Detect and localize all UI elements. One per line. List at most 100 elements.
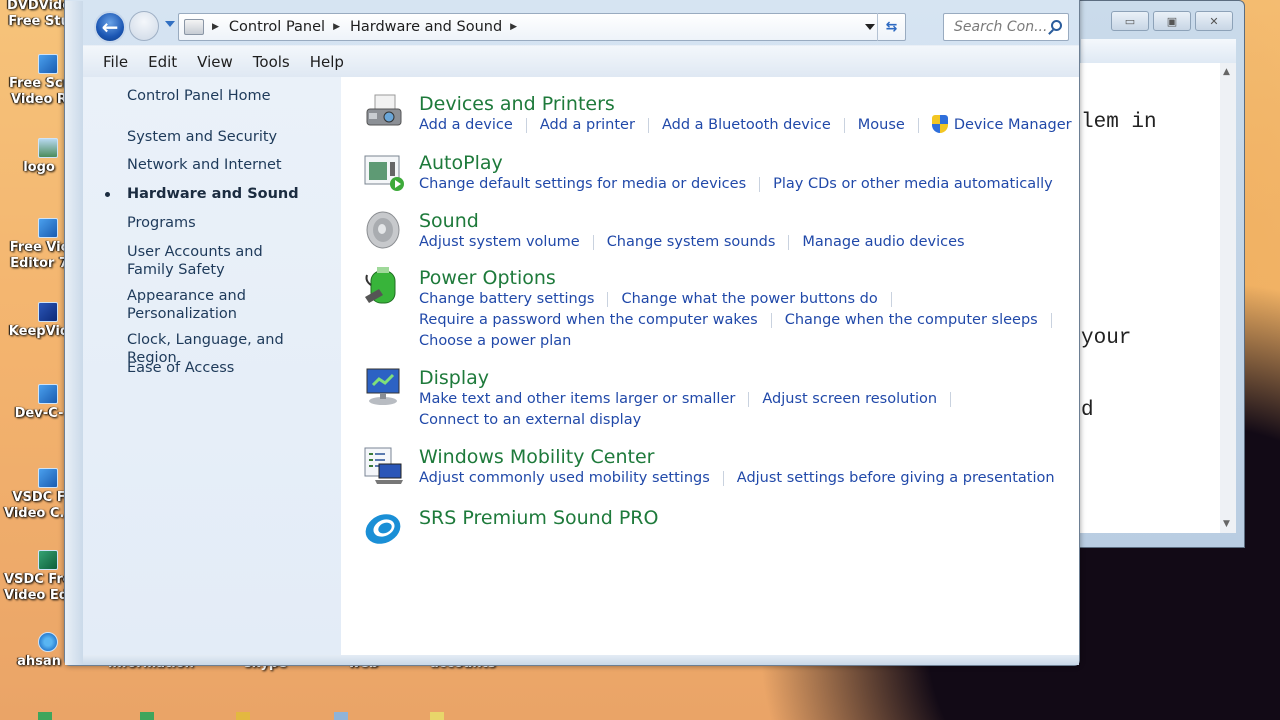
menu-edit[interactable]: Edit bbox=[148, 53, 177, 71]
sidebar: Control Panel Home System and Security N… bbox=[83, 77, 341, 655]
category-title[interactable]: Sound bbox=[419, 210, 479, 232]
sidebar-item-programs[interactable]: Programs bbox=[127, 214, 327, 232]
menu-help[interactable]: Help bbox=[310, 53, 344, 71]
search-placeholder: Search Con... bbox=[954, 19, 1048, 35]
link-mobility-settings[interactable]: Adjust commonly used mobility settings bbox=[419, 468, 710, 489]
link-choose-power-plan[interactable]: Choose a power plan bbox=[419, 331, 571, 352]
link-change-default-media-settings[interactable]: Change default settings for media or dev… bbox=[419, 174, 746, 195]
desktop-icon-label: DVDVide bbox=[6, 0, 72, 13]
search-icon[interactable] bbox=[1051, 20, 1062, 31]
breadcrumb-hardware-and-sound[interactable]: Hardware and Sound bbox=[350, 19, 502, 35]
back-button[interactable]: ← bbox=[94, 11, 126, 43]
link-change-sleep[interactable]: Change when the computer sleeps bbox=[785, 310, 1038, 331]
breadcrumb-chevron-icon[interactable]: ▶ bbox=[212, 22, 219, 32]
editor-text-area[interactable]: lem in your d bbox=[1079, 63, 1222, 533]
desktop-icon-partial[interactable] bbox=[140, 712, 154, 720]
desktop-icon-partial[interactable] bbox=[334, 712, 348, 720]
menu-view[interactable]: View bbox=[197, 53, 233, 71]
link-external-display[interactable]: Connect to an external display bbox=[419, 410, 641, 431]
desktop-icon-label: VSDC Free bbox=[4, 572, 74, 587]
link-power-buttons[interactable]: Change what the power buttons do bbox=[621, 289, 877, 310]
search-input[interactable]: Search Con... bbox=[943, 13, 1069, 41]
desktop-icon-ahsan[interactable]: ahsan bbox=[0, 632, 74, 670]
link-device-manager[interactable]: Device Manager bbox=[954, 115, 1072, 136]
menu-tools[interactable]: Tools bbox=[253, 53, 290, 71]
link-require-password-on-wake[interactable]: Require a password when the computer wak… bbox=[419, 310, 758, 331]
category-title[interactable]: SRS Premium Sound PRO bbox=[419, 507, 658, 529]
minimize-icon: ▭ bbox=[1124, 14, 1136, 28]
desktop-icon-partial[interactable] bbox=[236, 712, 250, 720]
category-links: Make text and other items larger or smal… bbox=[419, 389, 964, 431]
category-title[interactable]: AutoPlay bbox=[419, 152, 503, 174]
recent-pages-dropdown[interactable] bbox=[165, 21, 175, 27]
desktop-icon-label: Video Edito bbox=[4, 588, 74, 603]
desktop-icon-logo[interactable]: logo bbox=[0, 138, 74, 176]
minimize-button[interactable]: ▭ bbox=[1111, 11, 1149, 31]
desktop-icon-label: KeepVid bbox=[8, 324, 70, 339]
mobility-center-icon bbox=[364, 447, 403, 484]
uac-shield-icon bbox=[931, 115, 948, 133]
refresh-button[interactable]: ⇆ bbox=[877, 13, 905, 41]
editor-line: lem in bbox=[1081, 111, 1157, 134]
breadcrumb-chevron-icon[interactable]: ▶ bbox=[333, 22, 340, 32]
desktop-icon-vsdc-editor[interactable]: VSDC Free Video Edito bbox=[0, 550, 74, 604]
scroll-down-icon[interactable]: ▼ bbox=[1223, 519, 1230, 529]
menu-file[interactable]: File bbox=[103, 53, 128, 71]
vsdc-editor-icon bbox=[38, 550, 58, 570]
link-change-battery-settings[interactable]: Change battery settings bbox=[419, 289, 594, 310]
link-change-system-sounds[interactable]: Change system sounds bbox=[607, 232, 776, 253]
sidebar-control-panel-home[interactable]: Control Panel Home bbox=[127, 87, 327, 105]
address-bar[interactable]: ▶ Control Panel ▶ Hardware and Sound ▶ ⇆ bbox=[178, 13, 906, 41]
maximize-button[interactable]: ▣ bbox=[1153, 11, 1191, 31]
breadcrumb-control-panel[interactable]: Control Panel bbox=[229, 19, 325, 35]
keepvid-icon bbox=[38, 302, 58, 322]
link-text-size[interactable]: Make text and other items larger or smal… bbox=[419, 389, 735, 410]
sidebar-item-user-accounts[interactable]: User Accounts and Family Safety bbox=[127, 243, 307, 279]
close-button[interactable]: ✕ bbox=[1195, 11, 1233, 31]
sidebar-item-hardware-and-sound[interactable]: Hardware and Sound bbox=[127, 185, 327, 203]
desktop-icon-label: VSDC F bbox=[12, 490, 66, 505]
link-add-printer[interactable]: Add a printer bbox=[540, 115, 635, 136]
link-screen-resolution[interactable]: Adjust screen resolution bbox=[762, 389, 937, 410]
devices-printers-icon bbox=[366, 94, 402, 126]
forward-button[interactable] bbox=[129, 11, 159, 41]
link-add-device[interactable]: Add a device bbox=[419, 115, 513, 136]
navigation-bar: ← ▶ Control Panel ▶ Hardware and Sound ▶… bbox=[83, 1, 1079, 45]
link-mouse[interactable]: Mouse bbox=[858, 115, 905, 136]
desktop-icon-label: Dev-C- bbox=[14, 406, 64, 421]
link-add-bluetooth-device[interactable]: Add a Bluetooth device bbox=[662, 115, 831, 136]
video-editor-icon bbox=[38, 218, 58, 238]
desktop-icon-free-video-editor[interactable]: Free Vic Editor 7 bbox=[0, 218, 74, 272]
link-play-cds-automatically[interactable]: Play CDs or other media automatically bbox=[773, 174, 1053, 195]
vsdc-converter-icon bbox=[38, 468, 58, 488]
srs-sound-icon bbox=[365, 514, 401, 544]
breadcrumb-chevron-icon[interactable]: ▶ bbox=[510, 22, 517, 32]
desktop-icon-keepvid[interactable]: KeepVid bbox=[0, 302, 74, 340]
desktop-icon-free-screen-recorder[interactable]: Free Scr Video R bbox=[0, 54, 74, 108]
sidebar-item-system-and-security[interactable]: System and Security bbox=[127, 128, 327, 146]
desktop-icon-dev-cpp[interactable]: Dev-C- bbox=[0, 384, 74, 422]
category-title[interactable]: Power Options bbox=[419, 267, 556, 289]
image-file-icon bbox=[38, 138, 58, 158]
category-title[interactable]: Windows Mobility Center bbox=[419, 446, 654, 468]
link-adjust-system-volume[interactable]: Adjust system volume bbox=[419, 232, 580, 253]
link-presentation-settings[interactable]: Adjust settings before giving a presenta… bbox=[737, 468, 1055, 489]
desktop-icon-vsdc-converter[interactable]: VSDC F Video C... bbox=[0, 468, 74, 522]
editor-line: d bbox=[1081, 399, 1094, 422]
sidebar-item-network-and-internet[interactable]: Network and Internet bbox=[127, 156, 327, 174]
link-manage-audio-devices[interactable]: Manage audio devices bbox=[802, 232, 964, 253]
sidebar-item-ease-of-access[interactable]: Ease of Access bbox=[127, 359, 327, 377]
desktop-icon-dvdvideo[interactable]: DVDVide Free Stu bbox=[0, 0, 74, 30]
screen-recorder-icon bbox=[38, 54, 58, 74]
category-links: Adjust system volume Change system sound… bbox=[419, 232, 965, 253]
desktop-icon-partial[interactable] bbox=[38, 712, 52, 720]
category-title[interactable]: Devices and Printers bbox=[419, 93, 615, 115]
sidebar-item-appearance[interactable]: Appearance and Personalization bbox=[127, 287, 257, 323]
desktop-icon-partial[interactable] bbox=[430, 712, 444, 720]
scroll-up-icon[interactable]: ▲ bbox=[1223, 67, 1230, 77]
editor-scrollbar[interactable]: ▲ ▼ bbox=[1220, 63, 1236, 533]
address-dropdown-icon[interactable] bbox=[865, 24, 875, 30]
category-title[interactable]: Display bbox=[419, 367, 489, 389]
maximize-icon: ▣ bbox=[1166, 14, 1178, 28]
